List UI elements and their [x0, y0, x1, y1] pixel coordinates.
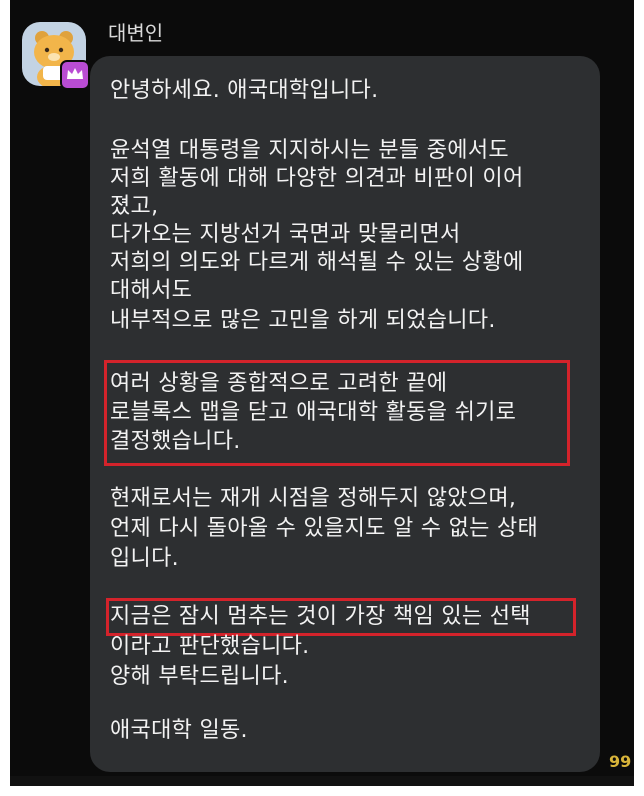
chat-screen: 대변인 안녕하세요. 애국대학입니다. 윤석열 대통령을 지지하시는 분들 중에…: [10, 0, 634, 786]
sender-name[interactable]: 대변인: [108, 21, 163, 45]
message-line: 윤석열 대통령을 지지하시는 분들 중에서도: [110, 138, 509, 163]
message-line: 현재로서는 재개 시점을 정해두지 않았으며,: [110, 486, 517, 511]
bottom-strip: [10, 776, 634, 786]
message-line: 저희 활동에 대해 다양한 의견과 비판이 이어: [110, 166, 524, 191]
message-line: 안녕하세요. 애국대학입니다.: [110, 78, 379, 103]
message-line: 입니다.: [110, 546, 179, 571]
crown-icon: [60, 60, 90, 90]
message-line: 언제 다시 돌아올 수 있을지도 알 수 없는 상태: [110, 516, 539, 541]
message-line: 저희의 의도와 다르게 해석될 수 있는 상황에: [110, 250, 524, 275]
message-line: 내부적으로 많은 고민을 하게 되었습니다.: [110, 308, 496, 333]
message-line: 양해 부탁드립니다.: [110, 664, 289, 689]
message-line: 대해서도: [110, 278, 193, 303]
message-line: 이라고 판단했습니다.: [110, 634, 310, 659]
message-line: 결정했습니다.: [110, 429, 241, 454]
message-line: 로블록스 맵을 닫고 애국대학 활동을 쉬기로: [110, 400, 517, 425]
message-line: 졌고,: [110, 194, 159, 219]
message-line: 애국대학 일동.: [110, 718, 248, 743]
message-line: 지금은 잠시 멈추는 것이 가장 책임 있는 선택: [110, 604, 531, 629]
message-line: 다가오는 지방선거 국면과 맞물리면서: [110, 222, 461, 247]
message-line: 여러 상황을 종합적으로 고려한 끝에: [110, 371, 448, 396]
read-count-badge: 99: [609, 752, 632, 771]
